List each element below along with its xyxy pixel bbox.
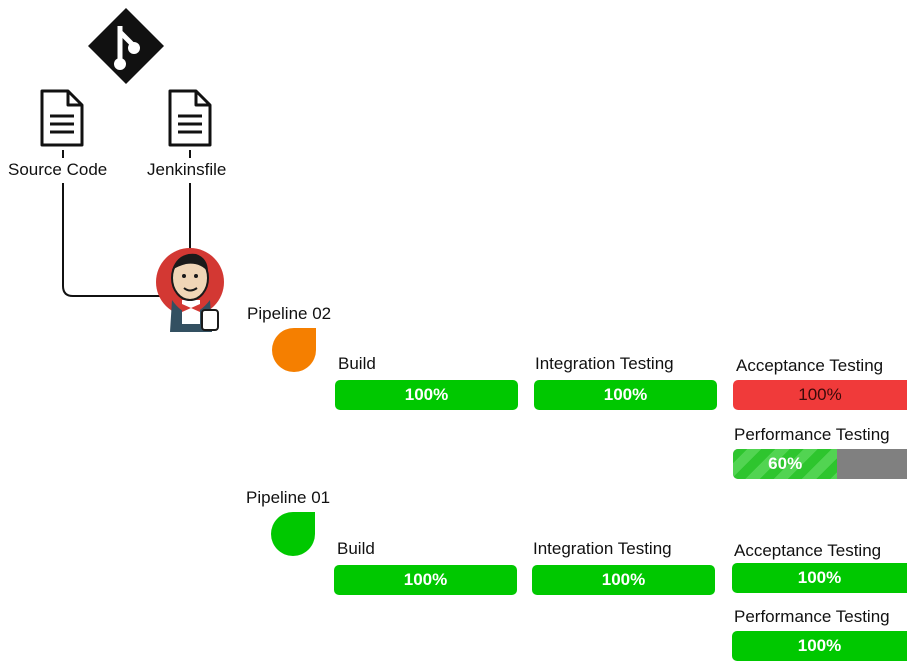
progress-text: 100% [798, 385, 842, 404]
progress-text: 100% [797, 636, 842, 655]
pipeline-01-stage-build-label: Build [337, 539, 375, 558]
pipeline-01-title: Pipeline 01 [246, 488, 331, 507]
pipeline-02-stage-acceptance-label: Acceptance Testing [736, 356, 884, 375]
pipeline-02-stage-integration-label: Integration Testing [535, 354, 674, 373]
progress-text: 100% [797, 568, 842, 587]
pipeline-01-stage-acceptance-progress[interactable]: 100% [732, 563, 907, 593]
progress-text: 100% [404, 385, 449, 404]
pipeline-02-stage-build-label: Build [338, 354, 376, 373]
progress-fill: 60% [733, 449, 838, 479]
progress-text: 100% [601, 570, 646, 589]
pipeline-01-stage-performance-progress[interactable]: 100% [732, 631, 907, 661]
pipeline-02-title: Pipeline 02 [247, 304, 332, 323]
pipeline-02-stage-integration-progress[interactable]: 100% [534, 380, 717, 410]
pipeline-02-stage-performance-label: Performance Testing [734, 425, 890, 444]
pipeline-01-stage-build-progress[interactable]: 100% [334, 565, 517, 595]
progress-text: 100% [403, 570, 448, 589]
pipeline-02-stage-performance-progress[interactable]: 60% [733, 449, 907, 479]
pipeline-02-stage-build-progress[interactable]: 100% [335, 380, 518, 410]
pipeline-01-stage-integration-progress[interactable]: 100% [532, 565, 715, 595]
pipeline-01-status-dot[interactable] [270, 511, 316, 557]
pipeline-01-stage-performance-label: Performance Testing [734, 607, 890, 626]
jenkins-icon [156, 248, 224, 332]
pipeline-01-stage-integration-label: Integration Testing [533, 539, 672, 558]
pipeline-02-stage-acceptance-progress[interactable]: 100% [733, 380, 907, 410]
progress-text: 100% [603, 385, 648, 404]
pipeline-01-stage-acceptance-label: Acceptance Testing [734, 541, 882, 560]
progress-text: 60% [768, 454, 803, 473]
pipeline-02-status-dot[interactable] [271, 327, 317, 373]
